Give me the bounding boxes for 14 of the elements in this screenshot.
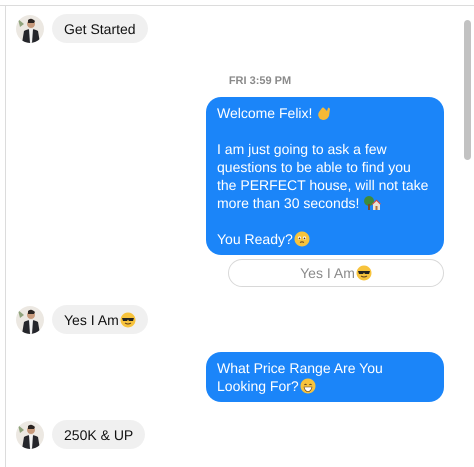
worried-face-icon	[294, 231, 310, 247]
waving-hand-icon	[316, 105, 332, 121]
quick-reply-button[interactable]: Yes I Am	[228, 259, 444, 287]
message-bubble: What Price Range Are You Looking For?	[206, 352, 444, 402]
sunglasses-face-icon	[356, 265, 372, 281]
message-bubble: Get Started	[52, 14, 148, 43]
message-bubble: 250K & UP	[52, 420, 146, 449]
scrollbar[interactable]	[464, 20, 471, 160]
message-bubble: Yes I Am	[52, 305, 148, 334]
message-bubble: Welcome Felix! I am just going to ask a few questions to be able to find you the PERFECT house, will not take more than 30 seconds! You Ready?	[206, 97, 444, 255]
grinning-face-icon	[300, 378, 316, 394]
message-timestamp: FRI 3:59 PM	[228, 75, 292, 87]
house-with-tree-icon	[363, 195, 382, 211]
sunglasses-face-icon	[120, 312, 136, 328]
